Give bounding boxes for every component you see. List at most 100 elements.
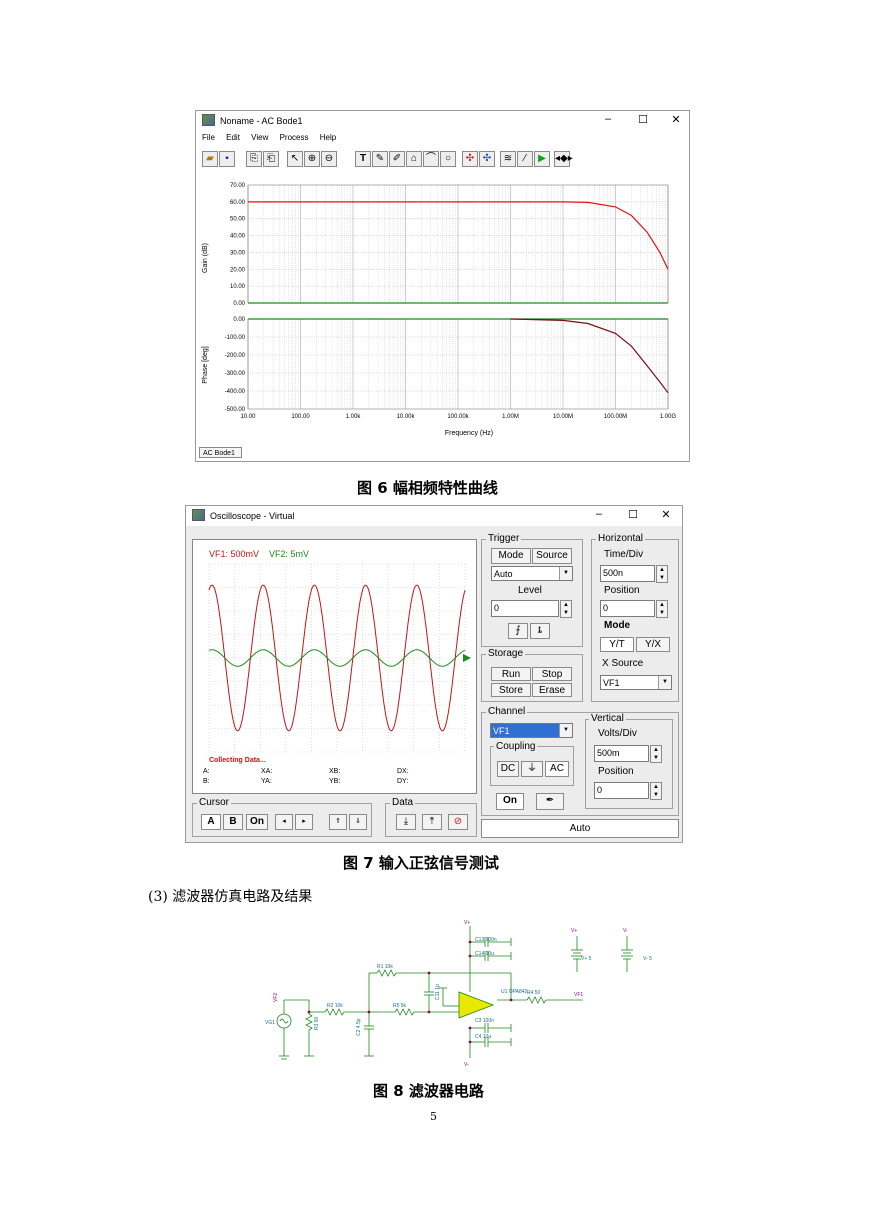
close-icon[interactable]: ✕ — [656, 508, 676, 521]
channel-on-button[interactable]: On — [496, 793, 524, 810]
vg1-label: VG1 — [265, 1020, 275, 1026]
paste-icon[interactable]: ⎗ — [263, 151, 279, 167]
erase-button[interactable]: Erase — [532, 683, 572, 697]
probe-button[interactable]: ✒ — [536, 793, 564, 810]
data-clear-button[interactable]: ⊘ — [448, 814, 468, 830]
menu-edit[interactable]: Edit — [226, 133, 240, 142]
r5-resistor — [394, 1008, 415, 1016]
minimize-icon[interactable]: – — [589, 508, 609, 520]
chevron-down-icon[interactable]: ▼ — [559, 724, 572, 737]
line-icon[interactable]: ⌒ — [423, 151, 439, 167]
copy-icon[interactable]: ⎘ — [246, 151, 262, 167]
voltsdiv-spinner[interactable]: ▲ ▼ — [650, 745, 662, 763]
house-icon[interactable]: ⌂ — [406, 151, 422, 167]
h-position-spinner[interactable]: ▲ ▼ — [656, 600, 668, 618]
r3-resistor — [305, 1013, 313, 1031]
data-export-button[interactable]: ⤒ — [422, 814, 442, 830]
trigger-source-tab[interactable]: Source — [532, 548, 572, 564]
cursor-b-button[interactable]: B — [223, 814, 243, 830]
save-icon[interactable]: ▪ — [219, 151, 235, 167]
minimize-icon[interactable]: – — [598, 113, 618, 125]
yt-button[interactable]: Y/T — [600, 637, 634, 652]
timediv-input[interactable]: 500n — [600, 565, 655, 582]
cursor-left-button[interactable]: ◂ — [275, 814, 293, 830]
yx-button[interactable]: Y/X — [636, 637, 670, 652]
cursor-a-icon[interactable]: ✣ — [462, 151, 478, 167]
chevron-down-icon[interactable]: ▼ — [658, 676, 671, 689]
channel-select[interactable]: VF1 ▼ — [490, 723, 573, 738]
cursor-down-button[interactable]: ⇓ — [349, 814, 367, 830]
ground-button[interactable]: ⏚ — [521, 761, 543, 777]
scope-window-title: Oscilloscope - Virtual — [210, 511, 295, 521]
step-icon[interactable]: ◂◆▸ — [554, 151, 573, 167]
falling-edge-button[interactable]: ȶ — [530, 623, 550, 639]
cursor-b-icon[interactable]: ✣ — [479, 151, 495, 167]
menu-help[interactable]: Help — [320, 133, 336, 142]
u1-label: U1 OPA842 — [501, 989, 528, 995]
trigger-level-input[interactable]: 0 — [491, 600, 559, 617]
voltsdiv-input[interactable]: 500m — [594, 745, 649, 762]
h-position-input[interactable]: 0 — [600, 600, 655, 617]
frequency-tick-label: 10.00M — [553, 414, 573, 420]
v-position-input[interactable]: 0 — [594, 782, 649, 799]
edit-marker2-icon[interactable]: ✐ — [389, 151, 405, 167]
c4-label: C4 10u — [475, 1034, 491, 1040]
cursor-group: Cursor A B On ◂ ▸ ⇑ ⇓ — [192, 797, 372, 837]
bode-tab[interactable]: AC Bode1 — [199, 447, 242, 458]
text-icon[interactable]: T — [355, 151, 371, 167]
rising-edge-button[interactable]: ⨍ — [508, 623, 528, 639]
maximize-icon[interactable]: ☐ — [633, 113, 653, 126]
frequency-tick-label: 10.00k — [396, 414, 415, 420]
menu-file[interactable]: File — [202, 133, 215, 142]
store-button[interactable]: Store — [491, 683, 531, 697]
storage-title: Storage — [486, 648, 526, 659]
chevron-down-icon[interactable]: ▼ — [559, 567, 572, 580]
readout-dy: DY: — [397, 778, 408, 785]
app-icon — [192, 509, 205, 521]
phase-tick-label: -400.00 — [225, 389, 246, 395]
data-import-button[interactable]: ⤓ — [396, 814, 416, 830]
cursor-up-button[interactable]: ⇑ — [329, 814, 347, 830]
dc-button[interactable]: DC — [497, 761, 519, 777]
trigger-mode-select[interactable]: Auto ▼ — [491, 566, 573, 581]
zoom-out-icon[interactable]: ⊖ — [321, 151, 337, 167]
xsource-select[interactable]: VF1 ▼ — [600, 675, 672, 690]
circle-icon[interactable]: ○ — [440, 151, 456, 167]
frequency-tick-label: 100.00 — [291, 414, 310, 420]
vplus-label: V+ — [464, 920, 470, 926]
bode-window: Noname - AC Bode1 – ☐ ✕ File Edit View P… — [195, 110, 690, 462]
edit-marker-icon[interactable]: ✎ — [372, 151, 388, 167]
readout-dx: DX: — [397, 768, 409, 775]
c11-label: C11 1p — [435, 984, 441, 1000]
ac-button[interactable]: AC — [545, 761, 569, 777]
vplus2-label: V+ — [571, 928, 577, 934]
stop-button[interactable]: Stop — [532, 667, 572, 681]
auto-button[interactable]: Auto — [481, 819, 679, 838]
zoom-in-icon[interactable]: ⊕ — [304, 151, 320, 167]
h-position-label: Position — [604, 585, 640, 596]
menu-process[interactable]: Process — [280, 133, 309, 142]
close-icon[interactable]: ✕ — [666, 113, 686, 126]
v-position-spinner[interactable]: ▲ ▼ — [650, 782, 662, 800]
phase-tick-label: -200.00 — [225, 353, 246, 359]
open-icon[interactable]: ▰ — [202, 151, 218, 167]
channel-title: Channel — [486, 706, 528, 717]
wand-icon[interactable]: ⁄ — [517, 151, 533, 167]
cursor-on-button[interactable]: On — [246, 814, 268, 830]
menu-view[interactable]: View — [251, 133, 268, 142]
trigger-level-spinner[interactable]: ▲ ▼ — [560, 600, 572, 618]
maximize-icon[interactable]: ☐ — [623, 508, 643, 521]
pointer-icon[interactable]: ↖ — [287, 151, 303, 167]
run-button[interactable]: Run — [491, 667, 531, 681]
trigger-level-label: Level — [518, 585, 542, 596]
curve-icon[interactable]: ≋ — [500, 151, 516, 167]
phase-tick-label: -100.00 — [225, 335, 246, 341]
cursor-right-button[interactable]: ▸ — [295, 814, 313, 830]
phase-tick-label: -500.00 — [225, 407, 246, 413]
cursor-a-button[interactable]: A — [201, 814, 221, 830]
storage-group: Storage Run Stop Store Erase — [481, 648, 583, 702]
run-icon[interactable]: ▶ — [534, 151, 550, 167]
timediv-spinner[interactable]: ▲ ▼ — [656, 565, 668, 583]
trigger-marker-icon — [463, 654, 471, 662]
trigger-mode-tab[interactable]: Mode — [491, 548, 531, 564]
